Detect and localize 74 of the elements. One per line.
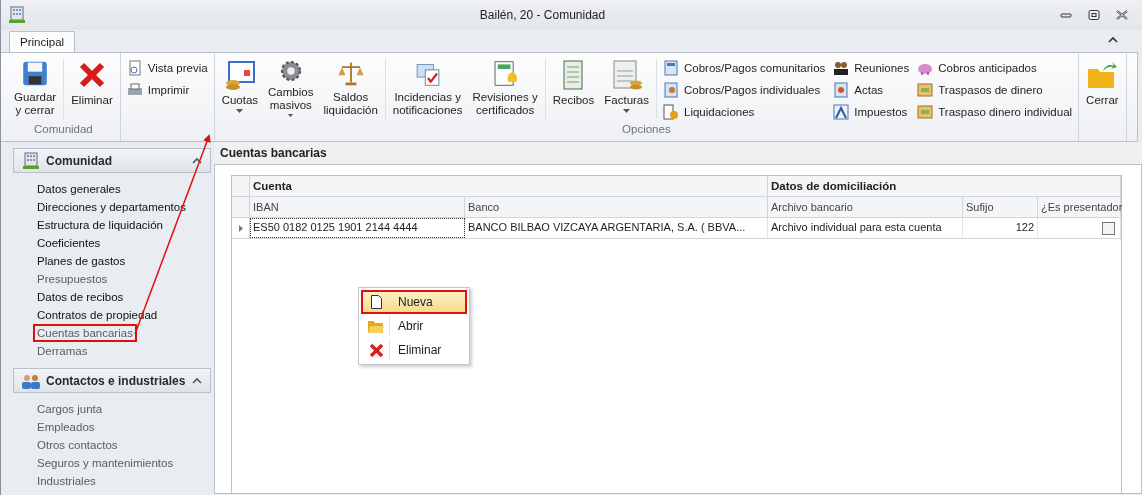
close-icon[interactable] [1116,10,1128,20]
nav-link[interactable]: Cargos junta [33,400,107,418]
people-icon [833,60,850,76]
ribbon-button[interactable]: Impuestos [833,103,910,121]
column-header[interactable]: Banco [465,197,768,217]
table-cell: Archivo individual para esta cuenta [768,218,963,238]
menu-item[interactable]: Eliminar [361,338,467,362]
menu-item[interactable]: Nueva [361,290,467,314]
nav-link[interactable]: Datos generales [33,180,125,198]
window-title: Bailén, 20 - Comunidad [478,8,607,22]
ribbon-button[interactable]: Cobros anticipados [917,59,1073,77]
ribbon-button[interactable]: Eliminar [66,55,118,121]
band-header: Cuenta [250,176,768,196]
table-cell: ES50 0182 0125 1901 2144 4444 [250,218,465,238]
collapse-icon[interactable] [192,157,202,164]
ribbon-button[interactable]: Facturas [599,55,654,121]
band-header: Datos de domiciliación [768,176,1121,196]
document-icon [370,295,382,309]
group-label: Opciones [621,123,672,137]
collapse-icon[interactable] [192,377,202,384]
ribbon-button[interactable]: Cambios masivos [263,55,319,121]
menu-item[interactable]: Abrir [361,314,467,338]
group-label: Comunidad [32,123,94,137]
preview-icon [126,60,143,76]
ribbon-button[interactable]: Actas [833,81,910,99]
calc-icon [663,60,679,76]
ribbon-button[interactable]: Recibos [547,55,600,121]
nav-link[interactable]: Cuentas bancarias [33,324,137,342]
ribbon-button[interactable]: Reuniones [833,59,910,77]
table-cell: 122 [963,218,1038,238]
ribbon-button[interactable]: Vista previa [126,59,208,77]
column-header[interactable]: Archivo bancario [768,197,963,217]
ribbon-button[interactable]: Revisiones y certificados [467,55,543,121]
nav-link[interactable]: Presupuestos [33,270,112,288]
column-header[interactable]: IBAN [250,197,465,217]
nav-link[interactable]: Datos de recibos [33,288,128,306]
nav-link[interactable]: Derramas [33,342,92,360]
nav-link[interactable]: Planes de gastos [33,252,130,270]
ribbon-button[interactable]: Cuotas [216,55,264,121]
ribbon-button[interactable]: Traspasos de dinero [917,81,1073,99]
print-icon [126,82,143,98]
nav-link[interactable]: Coeficientes [33,234,105,252]
nav-group-title: Contactos e industriales [46,373,186,388]
ribbon-button[interactable]: Cobros/Pagos individuales [663,81,826,99]
minimize-icon[interactable] [1060,10,1072,20]
nav-group-title: Comunidad [46,153,113,168]
column-header[interactable]: ¿Es presentador [1038,197,1121,217]
collapse-ribbon-icon[interactable] [1108,36,1118,43]
nav-link[interactable]: Otros contactos [33,436,122,454]
delete-icon [369,343,383,357]
nav-link[interactable]: Estructura de liquidación [33,216,167,234]
cerrar-icon [1086,59,1119,91]
ribbon-button[interactable]: Guardar y cerrar [9,55,62,121]
building-icon [9,6,25,24]
ribbon-button[interactable]: Cerrar [1081,55,1124,121]
panel-title: Cuentas bancarias [214,142,1142,164]
ribbon-tab[interactable]: Principal [9,31,76,52]
nav-link[interactable]: Empleados [33,418,99,436]
nav-link[interactable]: Seguros y mantenimientos [33,454,178,472]
column-header[interactable]: Sufijo [963,197,1038,217]
building-icon [22,151,40,170]
ribbon-button[interactable]: Cobros/Pagos comunitarios [663,59,826,77]
nav-group-header[interactable]: Comunidad [13,148,211,173]
checkbox[interactable] [1102,221,1115,235]
nav-link[interactable]: Industriales [33,472,100,490]
ribbon-button[interactable]: Incidencias y notificaciones [387,55,468,121]
nav-group-header[interactable]: Contactos e industriales [13,368,211,393]
ribbon-button[interactable]: Saldos liquidación [318,55,383,121]
table-cell: BANCO BILBAO VIZCAYA ARGENTARIA, S.A. ( BBVA... [465,218,768,238]
restore-icon[interactable] [1088,10,1100,20]
ribbon-button[interactable]: Imprimir [126,81,208,99]
folder-icon [368,319,384,333]
ribbon-button[interactable]: Liquidaciones [663,103,826,121]
ribbon-button[interactable]: Traspaso dinero individual [917,103,1073,121]
